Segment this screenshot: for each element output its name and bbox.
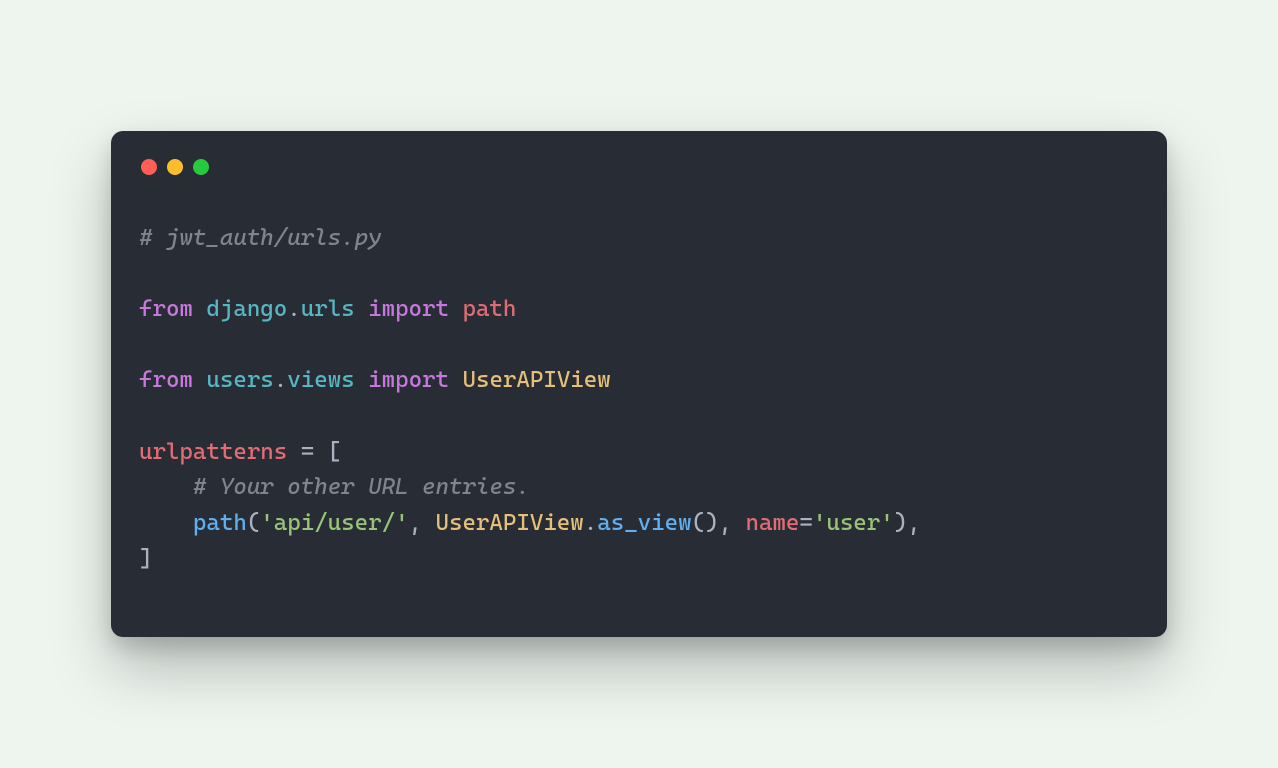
- code-punct: =: [799, 510, 812, 536]
- code-func: as_view: [597, 510, 691, 536]
- code-keyword: import: [368, 367, 449, 393]
- code-punct: ,: [719, 510, 746, 536]
- code-module: django: [206, 296, 287, 322]
- code-keyword: from: [139, 367, 193, 393]
- traffic-lights: [141, 159, 1139, 175]
- code-keyword: import: [368, 296, 449, 322]
- code-punct: .: [274, 367, 287, 393]
- minimize-icon[interactable]: [167, 159, 183, 175]
- code-func: path: [193, 510, 247, 536]
- code-punct: [: [328, 439, 341, 465]
- code-module: urls: [301, 296, 355, 322]
- code-punct: =: [287, 439, 327, 465]
- code-string: 'api/user/': [260, 510, 408, 536]
- maximize-icon[interactable]: [193, 159, 209, 175]
- code-string: 'user': [813, 510, 894, 536]
- code-module: users: [206, 367, 273, 393]
- code-punct: (): [692, 510, 719, 536]
- code-window: # jwt_auth/urls.py from django.urls impo…: [111, 131, 1167, 637]
- code-comment: # jwt_auth/urls.py: [139, 225, 382, 251]
- code-block: # jwt_auth/urls.py from django.urls impo…: [139, 221, 1139, 577]
- code-punct: ]: [139, 546, 152, 572]
- code-var: urlpatterns: [139, 439, 287, 465]
- code-punct: ),: [894, 510, 921, 536]
- code-name: path: [462, 296, 516, 322]
- close-icon[interactable]: [141, 159, 157, 175]
- code-punct: .: [287, 296, 300, 322]
- code-comment: # Your other URL entries.: [193, 474, 530, 500]
- code-class: UserAPIView: [436, 510, 584, 536]
- code-param: name: [745, 510, 799, 536]
- code-keyword: from: [139, 296, 193, 322]
- code-class: UserAPIView: [462, 367, 610, 393]
- code-punct: (: [247, 510, 260, 536]
- code-module: views: [287, 367, 354, 393]
- code-indent: [139, 510, 193, 536]
- code-indent: [139, 474, 193, 500]
- code-punct: ,: [409, 510, 436, 536]
- code-punct: .: [584, 510, 597, 536]
